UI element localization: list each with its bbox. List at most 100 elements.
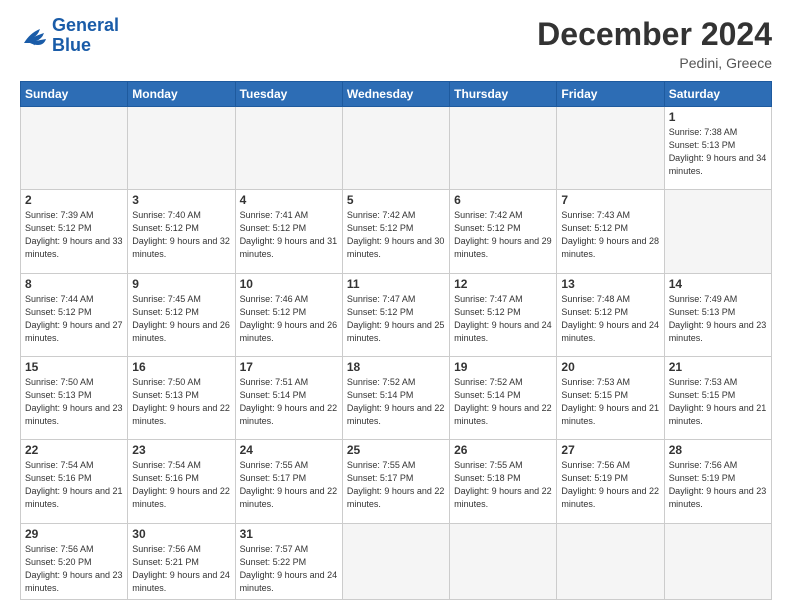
calendar-cell: 21 Sunrise: 7:53 AM Sunset: 5:15 PM Dayl… bbox=[664, 356, 771, 439]
calendar-header-sunday: Sunday bbox=[21, 82, 128, 107]
day-info: Sunrise: 7:56 AM Sunset: 5:20 PM Dayligh… bbox=[25, 543, 123, 595]
calendar-cell: 8 Sunrise: 7:44 AM Sunset: 5:12 PM Dayli… bbox=[21, 273, 128, 356]
page: General Blue December 2024 Pedini, Greec… bbox=[0, 0, 792, 612]
day-number: 2 bbox=[25, 193, 123, 207]
day-info: Sunrise: 7:51 AM Sunset: 5:14 PM Dayligh… bbox=[240, 376, 338, 428]
day-number: 11 bbox=[347, 277, 445, 291]
calendar-cell bbox=[664, 190, 771, 273]
day-info: Sunrise: 7:40 AM Sunset: 5:12 PM Dayligh… bbox=[132, 209, 230, 261]
day-number: 19 bbox=[454, 360, 552, 374]
calendar-cell: 28 Sunrise: 7:56 AM Sunset: 5:19 PM Dayl… bbox=[664, 440, 771, 523]
calendar-cell bbox=[342, 107, 449, 190]
day-info: Sunrise: 7:39 AM Sunset: 5:12 PM Dayligh… bbox=[25, 209, 123, 261]
day-info: Sunrise: 7:55 AM Sunset: 5:17 PM Dayligh… bbox=[240, 459, 338, 511]
day-number: 25 bbox=[347, 443, 445, 457]
day-info: Sunrise: 7:56 AM Sunset: 5:21 PM Dayligh… bbox=[132, 543, 230, 595]
title-block: December 2024 Pedini, Greece bbox=[537, 16, 772, 71]
day-number: 5 bbox=[347, 193, 445, 207]
day-number: 9 bbox=[132, 277, 230, 291]
day-info: Sunrise: 7:50 AM Sunset: 5:13 PM Dayligh… bbox=[132, 376, 230, 428]
day-number: 10 bbox=[240, 277, 338, 291]
location: Pedini, Greece bbox=[537, 55, 772, 71]
calendar-cell: 29 Sunrise: 7:56 AM Sunset: 5:20 PM Dayl… bbox=[21, 523, 128, 599]
calendar-cell: 30 Sunrise: 7:56 AM Sunset: 5:21 PM Dayl… bbox=[128, 523, 235, 599]
day-info: Sunrise: 7:55 AM Sunset: 5:18 PM Dayligh… bbox=[454, 459, 552, 511]
calendar-cell: 25 Sunrise: 7:55 AM Sunset: 5:17 PM Dayl… bbox=[342, 440, 449, 523]
day-info: Sunrise: 7:43 AM Sunset: 5:12 PM Dayligh… bbox=[561, 209, 659, 261]
day-number: 12 bbox=[454, 277, 552, 291]
calendar-header-thursday: Thursday bbox=[450, 82, 557, 107]
day-info: Sunrise: 7:54 AM Sunset: 5:16 PM Dayligh… bbox=[132, 459, 230, 511]
day-number: 1 bbox=[669, 110, 767, 124]
day-number: 31 bbox=[240, 527, 338, 541]
calendar-cell bbox=[235, 107, 342, 190]
calendar-cell bbox=[128, 107, 235, 190]
day-number: 23 bbox=[132, 443, 230, 457]
day-info: Sunrise: 7:54 AM Sunset: 5:16 PM Dayligh… bbox=[25, 459, 123, 511]
calendar-cell: 19 Sunrise: 7:52 AM Sunset: 5:14 PM Dayl… bbox=[450, 356, 557, 439]
day-info: Sunrise: 7:41 AM Sunset: 5:12 PM Dayligh… bbox=[240, 209, 338, 261]
day-info: Sunrise: 7:56 AM Sunset: 5:19 PM Dayligh… bbox=[561, 459, 659, 511]
day-info: Sunrise: 7:49 AM Sunset: 5:13 PM Dayligh… bbox=[669, 293, 767, 345]
calendar-cell bbox=[450, 107, 557, 190]
calendar-cell: 15 Sunrise: 7:50 AM Sunset: 5:13 PM Dayl… bbox=[21, 356, 128, 439]
day-number: 17 bbox=[240, 360, 338, 374]
calendar-cell: 24 Sunrise: 7:55 AM Sunset: 5:17 PM Dayl… bbox=[235, 440, 342, 523]
calendar-cell bbox=[557, 523, 664, 599]
calendar-cell bbox=[557, 107, 664, 190]
day-number: 20 bbox=[561, 360, 659, 374]
calendar-week-2: 2 Sunrise: 7:39 AM Sunset: 5:12 PM Dayli… bbox=[21, 190, 772, 273]
calendar-cell: 20 Sunrise: 7:53 AM Sunset: 5:15 PM Dayl… bbox=[557, 356, 664, 439]
day-number: 27 bbox=[561, 443, 659, 457]
calendar-cell: 14 Sunrise: 7:49 AM Sunset: 5:13 PM Dayl… bbox=[664, 273, 771, 356]
day-number: 13 bbox=[561, 277, 659, 291]
day-number: 16 bbox=[132, 360, 230, 374]
header: General Blue December 2024 Pedini, Greec… bbox=[20, 16, 772, 71]
day-number: 4 bbox=[240, 193, 338, 207]
calendar-cell: 9 Sunrise: 7:45 AM Sunset: 5:12 PM Dayli… bbox=[128, 273, 235, 356]
day-info: Sunrise: 7:53 AM Sunset: 5:15 PM Dayligh… bbox=[669, 376, 767, 428]
calendar-cell bbox=[664, 523, 771, 599]
day-info: Sunrise: 7:46 AM Sunset: 5:12 PM Dayligh… bbox=[240, 293, 338, 345]
day-info: Sunrise: 7:42 AM Sunset: 5:12 PM Dayligh… bbox=[454, 209, 552, 261]
month-title: December 2024 bbox=[537, 16, 772, 53]
day-number: 28 bbox=[669, 443, 767, 457]
day-info: Sunrise: 7:57 AM Sunset: 5:22 PM Dayligh… bbox=[240, 543, 338, 595]
calendar-cell: 6 Sunrise: 7:42 AM Sunset: 5:12 PM Dayli… bbox=[450, 190, 557, 273]
calendar-cell bbox=[450, 523, 557, 599]
calendar-week-4: 15 Sunrise: 7:50 AM Sunset: 5:13 PM Dayl… bbox=[21, 356, 772, 439]
calendar-cell: 12 Sunrise: 7:47 AM Sunset: 5:12 PM Dayl… bbox=[450, 273, 557, 356]
day-number: 24 bbox=[240, 443, 338, 457]
calendar: SundayMondayTuesdayWednesdayThursdayFrid… bbox=[20, 81, 772, 600]
day-info: Sunrise: 7:52 AM Sunset: 5:14 PM Dayligh… bbox=[454, 376, 552, 428]
calendar-header-monday: Monday bbox=[128, 82, 235, 107]
calendar-cell: 27 Sunrise: 7:56 AM Sunset: 5:19 PM Dayl… bbox=[557, 440, 664, 523]
calendar-cell: 23 Sunrise: 7:54 AM Sunset: 5:16 PM Dayl… bbox=[128, 440, 235, 523]
calendar-cell: 1 Sunrise: 7:38 AM Sunset: 5:13 PM Dayli… bbox=[664, 107, 771, 190]
day-number: 15 bbox=[25, 360, 123, 374]
calendar-cell bbox=[21, 107, 128, 190]
calendar-header-wednesday: Wednesday bbox=[342, 82, 449, 107]
day-number: 8 bbox=[25, 277, 123, 291]
logo-text: General Blue bbox=[52, 16, 119, 56]
day-number: 14 bbox=[669, 277, 767, 291]
calendar-cell: 13 Sunrise: 7:48 AM Sunset: 5:12 PM Dayl… bbox=[557, 273, 664, 356]
day-number: 21 bbox=[669, 360, 767, 374]
calendar-cell bbox=[342, 523, 449, 599]
day-info: Sunrise: 7:52 AM Sunset: 5:14 PM Dayligh… bbox=[347, 376, 445, 428]
day-info: Sunrise: 7:38 AM Sunset: 5:13 PM Dayligh… bbox=[669, 126, 767, 178]
logo-icon bbox=[20, 25, 48, 47]
day-number: 18 bbox=[347, 360, 445, 374]
calendar-cell: 17 Sunrise: 7:51 AM Sunset: 5:14 PM Dayl… bbox=[235, 356, 342, 439]
calendar-cell: 5 Sunrise: 7:42 AM Sunset: 5:12 PM Dayli… bbox=[342, 190, 449, 273]
calendar-cell: 18 Sunrise: 7:52 AM Sunset: 5:14 PM Dayl… bbox=[342, 356, 449, 439]
day-info: Sunrise: 7:56 AM Sunset: 5:19 PM Dayligh… bbox=[669, 459, 767, 511]
calendar-week-3: 8 Sunrise: 7:44 AM Sunset: 5:12 PM Dayli… bbox=[21, 273, 772, 356]
calendar-header-row: SundayMondayTuesdayWednesdayThursdayFrid… bbox=[21, 82, 772, 107]
day-info: Sunrise: 7:50 AM Sunset: 5:13 PM Dayligh… bbox=[25, 376, 123, 428]
calendar-cell: 16 Sunrise: 7:50 AM Sunset: 5:13 PM Dayl… bbox=[128, 356, 235, 439]
calendar-week-5: 22 Sunrise: 7:54 AM Sunset: 5:16 PM Dayl… bbox=[21, 440, 772, 523]
calendar-cell: 7 Sunrise: 7:43 AM Sunset: 5:12 PM Dayli… bbox=[557, 190, 664, 273]
day-number: 30 bbox=[132, 527, 230, 541]
day-info: Sunrise: 7:47 AM Sunset: 5:12 PM Dayligh… bbox=[347, 293, 445, 345]
